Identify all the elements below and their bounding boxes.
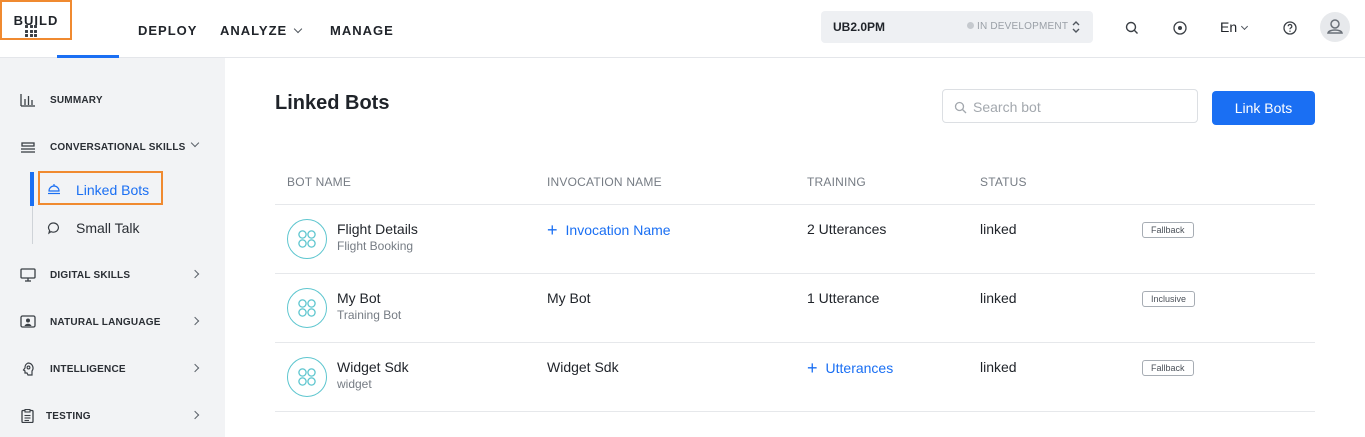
bot-icon [287,219,327,259]
training-count: 1 Utterance [807,290,880,306]
sidebar-item-intelligence[interactable]: INTELLIGENCE [20,360,210,380]
plus-icon: + [547,220,558,240]
invocation-name: My Bot [547,290,591,306]
sidebar-item-label: CONVERSATIONAL SKILLS [50,142,186,153]
linked-bots-icon [48,184,60,195]
conversation-icon [21,142,35,153]
column-header-training: TRAINING [807,175,866,189]
search-icon[interactable] [1124,20,1140,36]
bot-type-tag: Inclusive [1142,291,1196,307]
chevron-down-icon [293,24,303,34]
add-utterances-link[interactable]: + Utterances [807,357,893,378]
app-selector[interactable]: UB2.0PM IN DEVELOPMENT [821,11,1093,43]
bot-type-tag: Fallback [1142,360,1194,376]
add-invocation-name-link[interactable]: + Invocation Name [547,219,671,240]
nav-deploy[interactable]: DEPLOY [138,23,197,38]
sidebar-item-label: DIGITAL SKILLS [50,270,131,281]
sidebar-item-label: Small Talk [76,220,140,236]
submenu-guide-line [32,206,33,244]
bot-circles-icon [298,230,316,248]
chat-bubble-icon [47,222,59,235]
avatar[interactable] [1320,12,1350,42]
search-input[interactable] [973,97,1183,117]
sidebar-item-digital-skills[interactable]: DIGITAL SKILLS [20,266,210,286]
chevron-right-icon [190,316,200,326]
column-header-invocation-name: INVOCATION NAME [547,175,662,189]
language-selector[interactable]: En [1220,19,1249,35]
sidebar: SUMMARY CONVERSATIONAL SKILLS Linked Bot… [0,58,225,437]
status-text: linked [980,359,1017,375]
chevron-right-icon [190,410,200,420]
language-icon [20,315,36,328]
bot-name: Widget Sdk [337,359,409,375]
bot-type-tag: Fallback [1142,222,1194,238]
app-status-label: IN DEVELOPMENT [977,21,1069,32]
page-title: Linked Bots [275,92,390,114]
chevron-right-icon [190,269,200,279]
row-divider [275,204,1315,205]
row-divider [275,342,1315,343]
bot-circles-icon [298,299,316,317]
sidebar-item-conversational-skills[interactable]: CONVERSATIONAL SKILLS [20,138,210,158]
add-utterances-label: Utterances [825,360,894,376]
sidebar-item-natural-language[interactable]: NATURAL LANGUAGE [20,313,210,333]
nav-analyze-label: ANALYZE [220,23,288,38]
help-icon[interactable] [1282,20,1298,36]
column-header-status: STATUS [980,175,1027,189]
chevron-down-icon [1241,22,1249,31]
row-divider [275,411,1315,412]
sidebar-item-label: INTELLIGENCE [50,364,126,375]
language-label: En [1220,19,1238,35]
apps-grid-icon[interactable] [25,25,37,37]
monitor-icon [20,268,36,282]
sidebar-item-label: NATURAL LANGUAGE [50,317,161,328]
user-icon [1327,19,1343,34]
sidebar-item-label: Linked Bots [76,182,150,198]
column-header-bot-name: BOT NAME [287,175,352,189]
nav-manage[interactable]: MANAGE [330,23,394,38]
bot-subtitle: widget [337,377,372,391]
add-invocation-label: Invocation Name [565,222,671,238]
bot-name: My Bot [337,290,381,306]
search-box [942,89,1198,123]
bot-subtitle: Flight Booking [337,239,414,253]
app-status: IN DEVELOPMENT [967,21,1068,32]
app-name: UB2.0PM [833,20,886,34]
sidebar-item-testing[interactable]: TESTING [20,407,210,427]
training-count: 2 Utterances [807,221,887,237]
sidebar-item-label: TESTING [46,411,91,422]
bot-name: Flight Details [337,221,418,237]
bot-subtitle: Training Bot [337,308,402,322]
chevron-right-icon [190,363,200,373]
bot-icon [287,357,327,397]
status-dot-icon [967,22,974,29]
status-text: linked [980,221,1017,237]
sidebar-item-summary[interactable]: SUMMARY [20,91,210,111]
row-divider [275,273,1315,274]
clipboard-icon [21,409,34,423]
chevron-down-icon [190,138,200,148]
link-bots-button[interactable]: Link Bots [1212,91,1315,125]
nav-analyze[interactable]: ANALYZE [220,23,303,38]
status-text: linked [980,290,1017,306]
bot-circles-icon [298,368,316,386]
updown-chevron-icon [1072,21,1080,33]
invocation-name: Widget Sdk [547,359,619,375]
search-icon [954,101,967,114]
active-item-indicator [30,172,34,206]
bot-icon [287,288,327,328]
sidebar-item-label: SUMMARY [50,95,103,106]
top-navigation-bar: BUILD DEPLOY ANALYZE MANAGE UB2.0PM IN D… [0,0,1365,58]
record-icon[interactable] [1172,20,1188,36]
plus-icon: + [807,358,818,378]
brain-icon [22,362,34,376]
bar-chart-icon [20,94,35,107]
